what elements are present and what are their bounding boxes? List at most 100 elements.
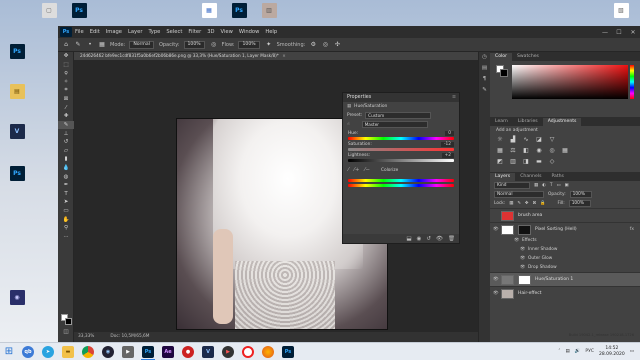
taskbar-app-player[interactable]: ▶	[218, 343, 238, 360]
tab-channels[interactable]: Channels	[515, 173, 546, 181]
layer-row-hue-saturation[interactable]: 👁 Hue/Saturation 1	[490, 272, 640, 286]
vibrance-icon[interactable]: ▽	[548, 136, 556, 144]
document-close-icon[interactable]: ×	[282, 53, 286, 58]
close-button[interactable]: ✕	[626, 29, 640, 36]
layer-mask-thumbnail[interactable]	[518, 224, 531, 235]
taskbar-app-media[interactable]: ▶	[118, 343, 138, 360]
taskbar-app-opera[interactable]	[238, 343, 258, 360]
colorize-label[interactable]: Colorize	[381, 168, 398, 173]
color-picker-field[interactable]	[512, 65, 628, 99]
view-previous-icon[interactable]: ◉	[417, 236, 422, 242]
delete-icon[interactable]: 🗑	[448, 236, 455, 242]
taskbar-app-qbittorrent[interactable]: qb	[18, 343, 38, 360]
color-lookup-icon[interactable]: ▦	[561, 147, 569, 155]
history-icon[interactable]: ◷	[479, 52, 490, 63]
document-tab[interactable]: 24d626462 bfe9ec1cdf831f5a0b6ef2b06b86e.…	[74, 52, 478, 60]
layer-row-brush-area[interactable]: brush area	[490, 208, 640, 222]
menu-edit[interactable]: Edit	[90, 29, 100, 35]
tab-adjustments[interactable]: Adjustments	[542, 118, 582, 126]
desktop-icon-app[interactable]: ◉	[4, 290, 30, 305]
brush-settings-icon[interactable]: ▦	[98, 41, 106, 49]
menu-view[interactable]: View	[221, 29, 233, 35]
desktop-icon-ps-2[interactable]: Ps	[4, 166, 30, 181]
effect-drop-shadow[interactable]: 👁 Drop Shadow	[490, 263, 640, 272]
lock-move-icon[interactable]: ✥	[525, 201, 529, 206]
history-brush-tool-icon[interactable]: ↺	[58, 138, 74, 147]
threshold-icon[interactable]: ◨	[522, 158, 530, 166]
taskbar-app-photoshop[interactable]: Ps	[138, 343, 158, 360]
brightness-contrast-icon[interactable]: ☼	[496, 136, 504, 144]
tab-color[interactable]: Color	[490, 53, 512, 61]
brush-preset-icon[interactable]: •	[86, 41, 94, 49]
hue-strip[interactable]	[630, 65, 634, 99]
layer-row-pixel-sorting[interactable]: 👁 Pixel Sorting (Hell) fx	[490, 222, 640, 236]
exposure-icon[interactable]: ◪	[535, 136, 543, 144]
start-button[interactable]: ⊞	[0, 343, 18, 360]
background-swatch[interactable]	[500, 69, 508, 77]
language-indicator[interactable]: РУС	[585, 349, 594, 354]
tab-layers[interactable]: Layers	[490, 173, 516, 181]
eraser-tool-icon[interactable]: ▱	[58, 147, 74, 156]
mode-select[interactable]: Normal	[129, 40, 154, 49]
black-white-icon[interactable]: ◧	[522, 147, 530, 155]
menu-filter[interactable]: Filter	[188, 29, 201, 35]
layer-mask-thumbnail[interactable]	[518, 274, 531, 285]
gradient-map-icon[interactable]: ▬	[535, 158, 543, 166]
paragraph-icon[interactable]: ¶	[479, 74, 490, 85]
panel-menu-icon[interactable]: ≡	[452, 93, 456, 102]
tab-swatches[interactable]: Swatches	[512, 53, 544, 61]
blur-tool-icon[interactable]: 💧	[58, 164, 74, 173]
pressure-opacity-icon[interactable]: ◎	[210, 41, 218, 49]
posterize-icon[interactable]: ▥	[509, 158, 517, 166]
photo-filter-icon[interactable]: ◉	[535, 147, 543, 155]
desktop-icon-folder[interactable]: ▤	[4, 84, 30, 99]
tray-chevron-icon[interactable]: ˄	[558, 349, 560, 354]
menu-file[interactable]: File	[75, 29, 84, 35]
quick-mask-icon[interactable]: ◫	[58, 328, 74, 337]
lightness-value[interactable]: +2	[441, 153, 454, 158]
zoom-level[interactable]: 33,33%	[78, 332, 94, 342]
brush-settings-dock-icon[interactable]: ✎	[479, 85, 490, 96]
path-select-tool-icon[interactable]: ➤	[58, 198, 74, 207]
visibility-eye-icon[interactable]: 👁	[514, 238, 522, 243]
home-icon[interactable]: ⌂	[62, 41, 70, 49]
lock-paint-icon[interactable]: ✎	[517, 201, 521, 206]
lock-all-icon[interactable]: 🔒	[540, 201, 545, 206]
desktop-icon-ps-3[interactable]: Ps	[66, 3, 92, 18]
preset-select[interactable]: Custom	[365, 112, 432, 119]
type-tool-icon[interactable]: T	[58, 190, 74, 199]
dodge-tool-icon[interactable]: ◍	[58, 172, 74, 181]
channel-mixer-icon[interactable]: ◎	[548, 147, 556, 155]
target-adjust-icon[interactable]: ☝	[347, 122, 350, 127]
lock-pixels-icon[interactable]: ▦	[509, 201, 513, 206]
menu-layer[interactable]: Layer	[128, 29, 142, 35]
filter-adjust-icon[interactable]: ◐	[542, 183, 546, 188]
desktop-icon-image[interactable]: ▢	[36, 3, 62, 18]
network-icon[interactable]: ▤	[565, 349, 569, 354]
layer-row-hair-effect[interactable]: 👁 Hair-effect	[490, 286, 640, 300]
taskbar-app-cinema4d[interactable]: ◉	[98, 343, 118, 360]
pen-tool-icon[interactable]: ✒	[58, 181, 74, 190]
more-tools-icon[interactable]: ···	[58, 232, 74, 241]
crop-tool-icon[interactable]: ⌗	[58, 86, 74, 95]
background-color-swatch[interactable]	[65, 318, 72, 325]
visibility-eye-icon[interactable]: 👁	[520, 265, 528, 270]
menu-window[interactable]: Window	[239, 29, 259, 35]
desktop-icon-recycle[interactable]: ▧	[608, 3, 634, 18]
visibility-eye-icon[interactable]: 👁	[493, 291, 499, 296]
filter-shape-icon[interactable]: ▭	[556, 183, 560, 188]
rectangle-tool-icon[interactable]: ▭	[58, 207, 74, 216]
airbrush-icon[interactable]: ✦	[265, 41, 273, 49]
move-tool-icon[interactable]: ✥	[58, 52, 74, 61]
layer-fx-icon[interactable]: fx	[630, 227, 634, 232]
hue-saturation-adj-icon[interactable]: ▦	[496, 147, 504, 155]
notifications-icon[interactable]: ▭	[630, 349, 634, 354]
taskbar-app-v[interactable]: V	[198, 343, 218, 360]
effect-outer-glow[interactable]: 👁 Outer Glow	[490, 254, 640, 263]
eyedropper-icon[interactable]: ⁄	[348, 167, 349, 173]
invert-icon[interactable]: ◩	[496, 158, 504, 166]
eyedropper-minus-icon[interactable]: ⁄−	[364, 167, 370, 173]
minimize-button[interactable]: —	[598, 29, 612, 36]
pressure-size-icon[interactable]: ◎	[321, 41, 329, 49]
levels-icon[interactable]: ▟	[509, 136, 517, 144]
